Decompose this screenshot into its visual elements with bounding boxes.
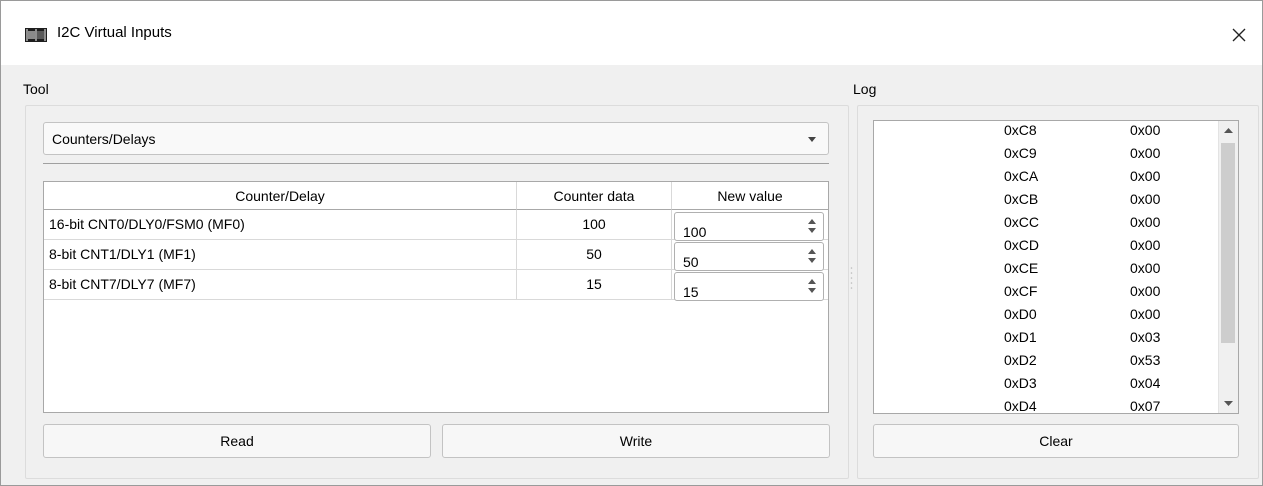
- counter-data-cell[interactable]: 100: [517, 210, 672, 240]
- spin-arrows-icon[interactable]: [807, 217, 817, 235]
- close-button[interactable]: [1216, 15, 1262, 55]
- scrollbar-thumb[interactable]: [1221, 143, 1235, 343]
- counter-name-cell[interactable]: 8-bit CNT1/DLY1 (MF1): [44, 240, 517, 270]
- list-item: 0xCA 0x00: [1004, 168, 1161, 184]
- separator: [43, 163, 829, 164]
- counter-name-cell[interactable]: 16-bit CNT0/DLY0/FSM0 (MF0): [44, 210, 517, 240]
- list-item: 0xCE 0x00: [1004, 260, 1161, 276]
- header-new-value[interactable]: New value: [672, 182, 828, 210]
- new-value-cell[interactable]: 15: [672, 270, 828, 301]
- list-item: 0xCB 0x00: [1004, 191, 1161, 207]
- log-group-label: Log: [853, 81, 877, 97]
- list-item: 0xD0 0x00: [1004, 306, 1161, 322]
- header-counter-data[interactable]: Counter data: [517, 182, 672, 210]
- title-bar: I2C Virtual Inputs: [1, 1, 1262, 65]
- new-value-spinbox[interactable]: 50: [674, 242, 824, 271]
- counter-table: Counter/Delay Counter data New value 16-…: [43, 181, 829, 413]
- new-value-cell[interactable]: 100: [672, 210, 828, 241]
- table-row[interactable]: 16-bit CNT0/DLY0/FSM0 (MF0) 100 100: [44, 210, 828, 241]
- i2c-virtual-inputs-window: I2C Virtual Inputs Tool Counters/Delays …: [0, 0, 1263, 486]
- new-value-spinbox[interactable]: 15: [674, 272, 824, 301]
- list-item: 0xD2 0x53: [1004, 352, 1161, 368]
- counter-name-cell[interactable]: 8-bit CNT7/DLY7 (MF7): [44, 270, 517, 300]
- spin-arrows-icon[interactable]: [807, 247, 817, 265]
- log-list[interactable]: 0xC8 0x00 0xC9 0x00 0xCA 0x00 0xCB 0x00 0xCC…: [873, 120, 1239, 414]
- scroll-up-icon[interactable]: [1219, 121, 1238, 140]
- list-item: 0xCC 0x00: [1004, 214, 1161, 230]
- spinbox-value: 15: [683, 284, 699, 300]
- splitter-handle[interactable]: [850, 266, 853, 292]
- tool-group-label: Tool: [23, 81, 49, 97]
- list-item: 0xD1 0x03: [1004, 329, 1161, 345]
- clear-button[interactable]: Clear: [873, 424, 1239, 458]
- new-value-spinbox[interactable]: 100: [674, 212, 824, 241]
- window-title: I2C Virtual Inputs: [57, 24, 172, 41]
- new-value-cell[interactable]: 50: [672, 240, 828, 271]
- counter-data-cell[interactable]: 15: [517, 270, 672, 300]
- list-item: 0xCF 0x00: [1004, 283, 1161, 299]
- chevron-down-icon: [808, 137, 816, 142]
- chip-app-icon: [25, 28, 47, 42]
- close-icon: [1232, 28, 1246, 42]
- table-row[interactable]: 8-bit CNT1/DLY1 (MF1) 50 50: [44, 240, 828, 271]
- log-scrollbar[interactable]: [1218, 121, 1238, 413]
- list-item: 0xD4 0x07: [1004, 398, 1161, 414]
- counter-data-cell[interactable]: 50: [517, 240, 672, 270]
- header-counter-delay[interactable]: Counter/Delay: [44, 182, 517, 210]
- tool-select-dropdown[interactable]: Counters/Delays: [43, 122, 829, 155]
- list-item: 0xD3 0x04: [1004, 375, 1161, 391]
- write-button[interactable]: Write: [442, 424, 830, 458]
- list-item: 0xCD 0x00: [1004, 237, 1161, 253]
- tool-select-value: Counters/Delays: [52, 131, 156, 147]
- list-item: 0xC9 0x00: [1004, 145, 1161, 161]
- table-row[interactable]: 8-bit CNT7/DLY7 (MF7) 15 15: [44, 270, 828, 301]
- scroll-down-icon[interactable]: [1219, 394, 1238, 413]
- list-item: 0xC8 0x00: [1004, 122, 1161, 138]
- read-button[interactable]: Read: [43, 424, 431, 458]
- spin-arrows-icon[interactable]: [807, 277, 817, 295]
